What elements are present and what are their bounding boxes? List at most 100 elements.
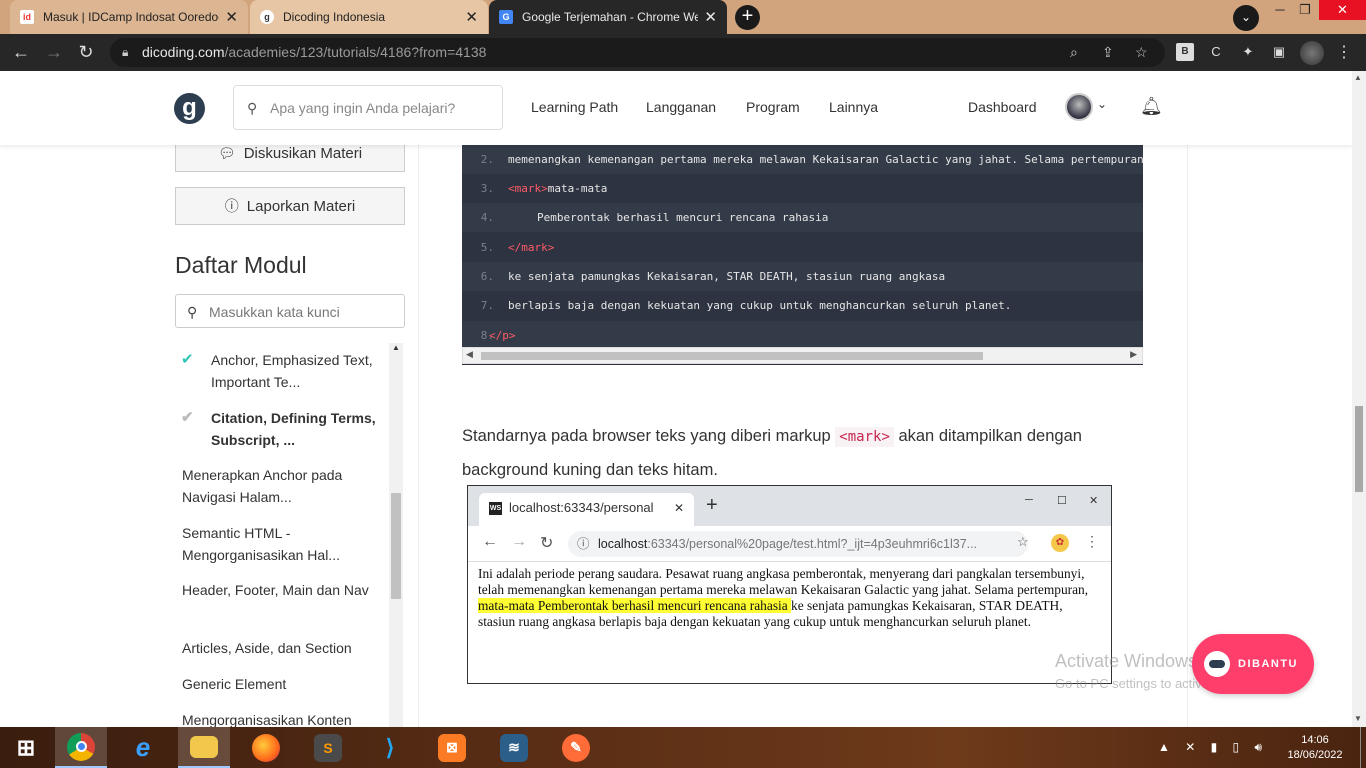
page-viewport: g ⚲ Apa yang ingin Anda pelajari? Learni… (0, 71, 1352, 727)
firefox-icon (252, 733, 280, 762)
chrome-icon (67, 732, 95, 761)
scroll-up-icon[interactable]: ▲ (1354, 73, 1362, 82)
modul-list: ✔ Anchor, Emphasized Text, Important Te.… (175, 343, 389, 727)
code-text: </mark> (508, 241, 555, 254)
extension-c-icon[interactable]: C (1207, 43, 1225, 61)
taskbar-internet-explorer[interactable]: e (117, 727, 169, 768)
dibantu-chat-button[interactable]: DIBANTU (1192, 634, 1314, 694)
screenshot-url: ⓘ localhost:63343/personal%20page/test.h… (568, 531, 1028, 557)
screenshot-tab-title: localhost:63343/personal (509, 500, 654, 515)
taskbar-chrome[interactable] (55, 727, 107, 768)
close-icon[interactable]: ✕ (465, 8, 478, 26)
taskbar-vscode[interactable]: ⟩ (364, 727, 416, 768)
search-placeholder: Apa yang ingin Anda pelajari? (270, 100, 456, 116)
nav-dashboard[interactable]: Dashboard (968, 99, 1037, 115)
extension-b-icon[interactable]: B (1176, 43, 1194, 61)
modul-list-title: Daftar Modul (175, 252, 307, 278)
new-tab-button[interactable]: + (735, 5, 760, 30)
laporkan-materi-button[interactable]: ⓘ Laporkan Materi (175, 187, 405, 225)
scroll-thumb[interactable] (391, 493, 401, 599)
maximize-icon: ☐ (1057, 495, 1067, 507)
screenshot-tab: WS localhost:63343/personal ✕ (479, 493, 694, 526)
zoom-icon[interactable]: ⌕ (1070, 38, 1078, 67)
extension-icon: ✿ (1051, 534, 1069, 552)
system-tray-icons[interactable]: ▲ ✕ ▮ ▯ 🔊︎ (1158, 740, 1268, 755)
scroll-up-icon[interactable]: ▲ (392, 343, 400, 352)
windows-start-button[interactable]: ⊞ (0, 727, 52, 768)
activate-windows-watermark: Activate Windows (1055, 651, 1198, 671)
scroll-thumb[interactable] (481, 352, 983, 360)
modul-item-label: Articles, Aside, dan Section (182, 640, 352, 656)
clock-date: 18/06/2022 (1287, 749, 1343, 761)
url-path: /academies/123/tutorials/4186?from=4138 (224, 44, 487, 60)
address-bar[interactable]: 🔒︎ dicoding.com/academies/123/tutorials/… (110, 38, 1165, 67)
code-text: <mark>mata-mata (508, 182, 608, 195)
info-icon: ⓘ (224, 198, 239, 214)
extensions-puzzle-icon[interactable]: ✦ (1239, 43, 1257, 61)
scroll-thumb[interactable] (1355, 406, 1363, 492)
dicoding-logo[interactable]: g (174, 93, 205, 124)
nav-program[interactable]: Program (746, 99, 800, 115)
browser-tab-google-translate[interactable]: G Google Terjemahan - Chrome Web ✕ (489, 0, 727, 34)
taskbar-file-explorer[interactable] (178, 727, 230, 768)
taskbar-firefox[interactable] (240, 727, 292, 768)
modul-search-input[interactable]: ⚲ Masukkan kata kunci (175, 294, 405, 328)
tab-title: Google Terjemahan - Chrome Web (522, 10, 699, 24)
forward-icon[interactable]: → (43, 42, 65, 62)
profile-avatar[interactable] (1300, 41, 1324, 65)
content-divider (1187, 145, 1188, 727)
taskbar-postman[interactable]: ✎ (550, 727, 602, 768)
taskbar-sublime-text[interactable]: S (302, 727, 354, 768)
tab-search-chevron-icon[interactable]: ⌄ (1233, 5, 1259, 31)
code-text: Pemberontak berhasil mencuri rencana rah… (537, 211, 829, 224)
browser-tab-dicoding[interactable]: g Dicoding Indonesia ✕ (250, 0, 488, 34)
modul-item-label: Generic Element (182, 676, 287, 692)
postman-icon: ✎ (562, 733, 590, 762)
maximize-icon[interactable]: ❐ (1290, 0, 1320, 20)
tab-title: Dicoding Indonesia (283, 10, 386, 24)
nav-learning-path[interactable]: Learning Path (531, 99, 618, 115)
site-search-input[interactable]: ⚲ Apa yang ingin Anda pelajari? (233, 85, 503, 130)
scroll-right-icon[interactable]: ▶ (1130, 349, 1137, 360)
code-horizontal-scrollbar[interactable]: ◀ ▶ (462, 347, 1143, 364)
screenshot-tab-bar: WS localhost:63343/personal ✕ + ─ ☐ ✕ (468, 486, 1111, 526)
line-number: 2. (480, 153, 494, 166)
window-close-icon[interactable]: ✕ (1319, 0, 1366, 20)
menu-icon[interactable]: ⋮ (1336, 42, 1352, 62)
code-line: 2. memenangkan kemenangan pertama mereka … (462, 145, 1143, 174)
share-icon[interactable]: ⇪ (1102, 38, 1114, 67)
close-icon[interactable]: ✕ (225, 8, 238, 26)
vscode-icon: ⟩ (385, 734, 395, 760)
user-avatar[interactable] (1065, 93, 1093, 121)
show-desktop-button[interactable] (1360, 727, 1366, 768)
search-icon: ⚲ (187, 304, 198, 320)
nav-langganan[interactable]: Langganan (646, 99, 716, 115)
modul-item-label: Mengorganisasikan Konten (182, 712, 352, 727)
modul-item-label: Semantic HTML - Mengorganisasikan Hal... (182, 525, 340, 563)
line-number: 7. (480, 299, 494, 312)
button-label: Diskusikan Materi (243, 144, 363, 162)
code-block: 2. memenangkan kemenangan pertama mereka … (462, 145, 1143, 365)
modul-list-scrollbar[interactable]: ▲ (389, 343, 403, 727)
bookmark-star-icon[interactable]: ☆ (1135, 38, 1148, 67)
reload-icon[interactable]: ↻ (75, 42, 97, 62)
browser-tab-idcamp[interactable]: id Masuk | IDCamp Indosat Ooredoo ✕ (10, 0, 248, 34)
code-line: 8. </p> (462, 321, 1143, 350)
back-icon[interactable]: ← (10, 42, 32, 62)
taskbar-clock[interactable]: 14:06 18/06/2022 (1285, 733, 1345, 763)
notification-bell-icon[interactable]: 🔔︎ (1140, 96, 1163, 117)
close-icon[interactable]: ✕ (704, 8, 717, 26)
code-line: 4. Pemberontak berhasil mencuri rencana r… (462, 203, 1143, 232)
mysql-workbench-icon: ≋ (500, 733, 528, 762)
scroll-left-icon[interactable]: ◀ (466, 349, 473, 360)
taskbar-xampp[interactable]: ⊠ (426, 727, 478, 768)
nav-lainnya[interactable]: Lainnya (829, 99, 878, 115)
xampp-icon: ⊠ (438, 733, 466, 762)
side-panel-icon[interactable]: ▣ (1270, 43, 1288, 61)
chevron-down-icon[interactable]: ⌄ (1097, 97, 1107, 111)
scroll-down-icon[interactable]: ▼ (1354, 714, 1362, 723)
button-label: Laporkan Materi (246, 197, 356, 215)
page-scrollbar[interactable]: ▲ ▼ (1352, 71, 1366, 727)
taskbar-mysql-workbench[interactable]: ≋ (488, 727, 540, 768)
dicoding-icon: g (260, 10, 274, 24)
